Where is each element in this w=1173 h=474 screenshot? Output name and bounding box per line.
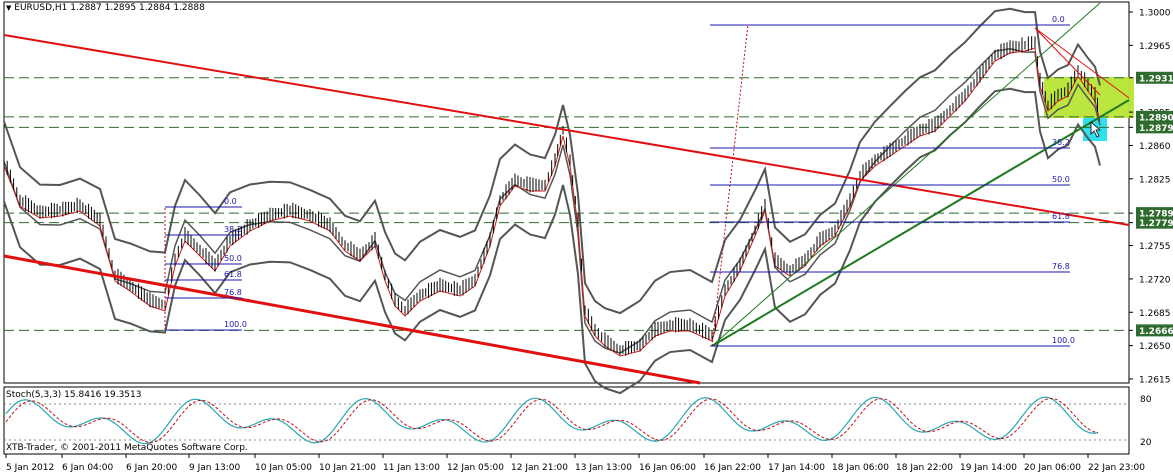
- fib-level-label: 50.0: [224, 254, 242, 263]
- fib-level-label: 61.8: [1052, 212, 1070, 221]
- time-axis-label: 12 Jan 05:00: [447, 463, 504, 473]
- time-axis-label: 13 Jan 13:00: [575, 463, 632, 473]
- price-axis-label: 1.2755: [1139, 242, 1171, 252]
- fib-level-label: 38.2: [224, 225, 242, 234]
- time-axis-label: 18 Jan 06:00: [832, 463, 889, 473]
- fib-level-label: 76.8: [224, 288, 242, 297]
- fib-level-label: 61.8: [224, 270, 242, 279]
- stochastic-oscillator: [4, 396, 1129, 445]
- price-axis-label: 1.2720: [1139, 275, 1171, 285]
- price-chart[interactable]: 0.0 38.2 50.0 61.8 76.8 100.0 0.0 38.2 50.0 61.8…: [0, 0, 1173, 474]
- chart-header: ▼ EURUSD,H1 1.2887 1.2895 1.2884 1.2888: [6, 3, 205, 13]
- symbol-label: EURUSD,H1: [14, 3, 68, 13]
- price-level-label: 1.2666: [1139, 327, 1173, 337]
- bollinger-bands: [3, 7, 1101, 395]
- time-axis-label: 16 Jan 22:00: [704, 463, 761, 473]
- channel-lower-line[interactable]: [3, 254, 701, 385]
- price-axis-label: 1.2825: [1139, 175, 1171, 185]
- time-axis-label: 22 Jan 23:00: [1088, 463, 1145, 473]
- price-axis-label: 1.3000: [1139, 9, 1171, 19]
- fib-level-label: 76.8: [1052, 262, 1070, 271]
- main-plot-frame: [3, 1, 1130, 384]
- copyright-text: XTB-Trader, © 2001-2011 MetaQuotes Softw…: [6, 443, 248, 453]
- time-axis-label: 18 Jan 22:00: [896, 463, 953, 473]
- price-level-label: 1.2931: [1139, 74, 1173, 84]
- chart-window[interactable]: 0.0 38.2 50.0 61.8 76.8 100.0 0.0 38.2 50.0 61.8…: [0, 0, 1173, 474]
- time-axis-label: 10 Jan 21:00: [319, 463, 376, 473]
- fib-level-label: 0.0: [1052, 15, 1065, 24]
- time-axis-label: 16 Jan 06:00: [639, 463, 696, 473]
- fib-retracement-left[interactable]: 0.0 38.2 50.0 61.8 76.8 100.0: [165, 197, 247, 331]
- price-axis-label: 1.2615: [1139, 376, 1171, 386]
- uptrend-thin-line[interactable]: [711, 2, 1101, 347]
- fib-retracement-right[interactable]: 0.0 38.2 50.0 61.8 76.8 100.0: [710, 15, 1075, 347]
- stoch-level-20: 20: [1140, 438, 1152, 448]
- time-axis-label: 20 Jan 06:00: [1024, 463, 1081, 473]
- price-axis-label: 1.2685: [1139, 309, 1171, 319]
- time-axis-label: 5 Jan 2012: [6, 463, 54, 473]
- price-axis-label: 1.2860: [1139, 142, 1171, 152]
- price-level-label: 1.2779: [1139, 219, 1173, 229]
- time-axis-label: 6 Jan 20:00: [126, 463, 178, 473]
- stoch-header: Stoch(5,3,3) 15.8416 19.3513: [6, 390, 142, 400]
- price-axis-label: 1.2965: [1139, 42, 1171, 52]
- fib-level-label: 50.0: [1052, 175, 1070, 184]
- time-axis-label: 6 Jan 04:00: [62, 463, 114, 473]
- middle-band: [3, 47, 1101, 354]
- price-axis-label: 1.2650: [1139, 342, 1171, 352]
- time-axis-label: 9 Jan 13:00: [189, 463, 241, 473]
- fib-level-label: 38.2: [1052, 138, 1070, 147]
- price-axis: 1.30001.29651.29311.28951.28901.28791.28…: [1129, 9, 1173, 386]
- time-axis-label: 11 Jan 13:00: [383, 463, 440, 473]
- stoch-level-80: 80: [1140, 395, 1152, 405]
- fib-level-label: 100.0: [1052, 336, 1075, 345]
- price-series: [3, 36, 1098, 356]
- time-axis-label: 10 Jan 05:00: [255, 463, 312, 473]
- fib-level-label: 100.0: [224, 320, 247, 329]
- time-axis-label: 12 Jan 21:00: [511, 463, 568, 473]
- moving-average: [3, 47, 1101, 357]
- ohlc-values: 1.2887 1.2895 1.2884 1.2888: [70, 3, 205, 13]
- price-level-label: 1.2879: [1139, 124, 1173, 134]
- time-axis: 5 Jan 2012 6 Jan 04:00 6 Jan 20:00 9 Jan 13…: [5, 454, 1145, 473]
- stoch-signal-line: [5, 397, 1099, 444]
- small-arrow-icon: ▼: [6, 4, 12, 12]
- time-axis-label: 17 Jan 14:00: [768, 463, 825, 473]
- fib-level-label: 0.0: [224, 197, 237, 206]
- time-axis-label: 19 Jan 14:00: [960, 463, 1017, 473]
